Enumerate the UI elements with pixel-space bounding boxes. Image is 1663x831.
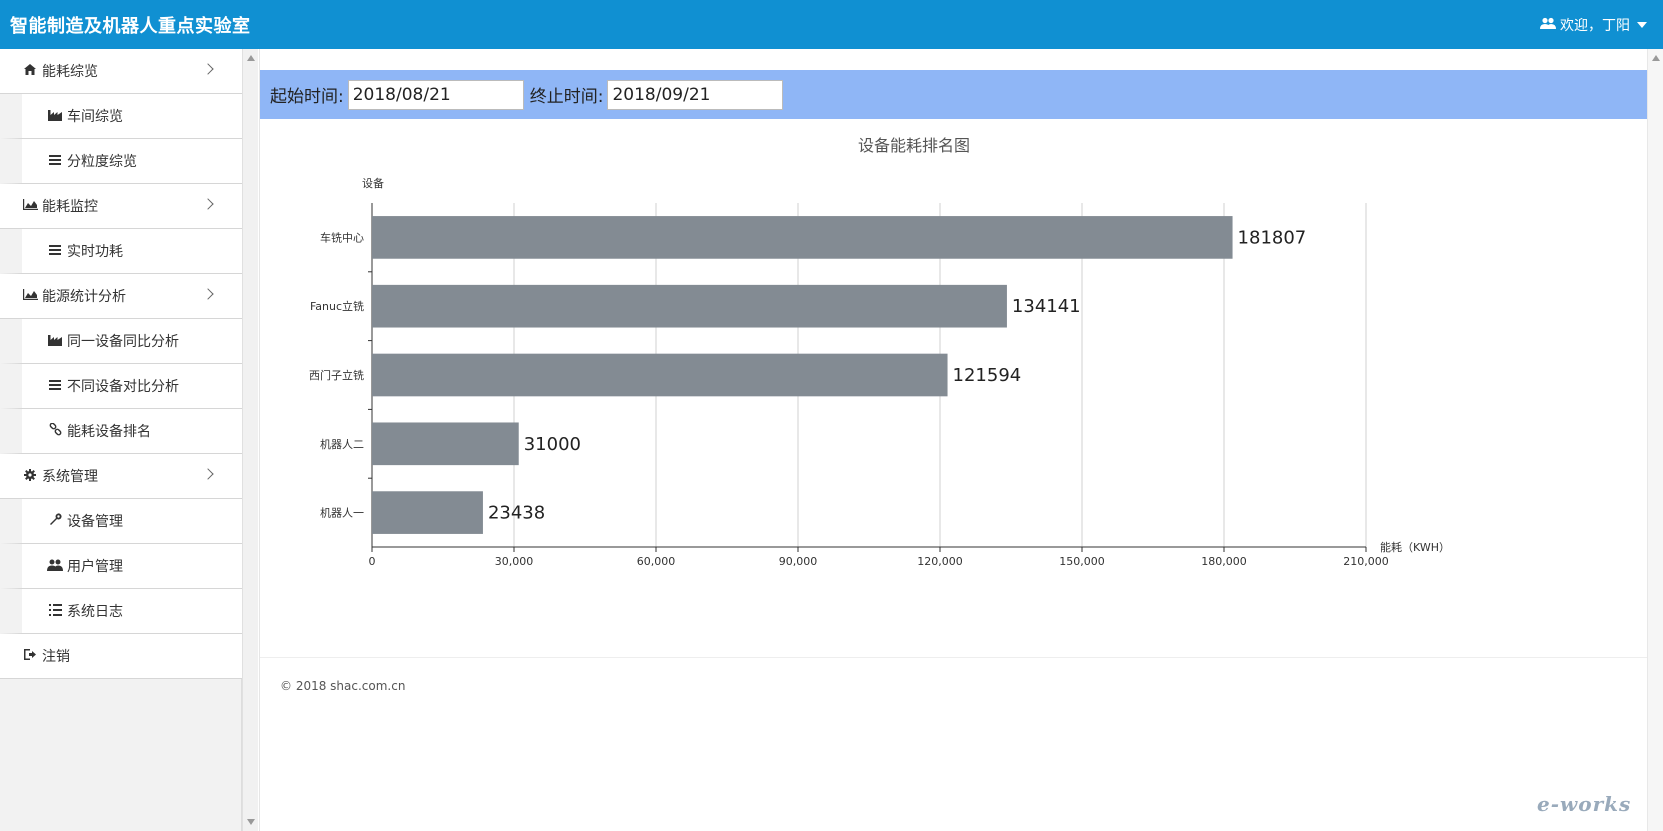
bar (372, 353, 948, 397)
bar-value-label: 121594 (953, 365, 1022, 386)
sidebar-item[interactable]: 能耗综览 (0, 49, 242, 94)
factory-icon (47, 109, 63, 124)
sidebar-item-label: 不同设备对比分析 (67, 379, 179, 395)
user-menu[interactable]: 欢迎，丁阳 (1540, 15, 1647, 35)
users-icon (47, 559, 63, 574)
sidebar-item-label: 用户管理 (67, 559, 123, 575)
sidebar-item-label: 同一设备同比分析 (67, 334, 179, 350)
sidebar-item[interactable]: 注销 (0, 634, 242, 679)
end-date-input[interactable] (607, 79, 784, 110)
sidebar-scrollbar[interactable] (242, 49, 258, 831)
sidebar-item[interactable]: 分粒度综览 (0, 139, 242, 184)
sidebar-item[interactable]: 不同设备对比分析 (0, 364, 242, 409)
sidebar-item-label: 设备管理 (67, 514, 123, 530)
y-category-label: 机器人一 (320, 506, 364, 520)
scroll-up-arrow-icon[interactable] (247, 55, 255, 61)
sidebar-item[interactable]: 车间综览 (0, 94, 242, 139)
bar (372, 422, 519, 466)
x-tick-label: 90,000 (779, 555, 818, 568)
chevron-right-icon (202, 63, 214, 75)
end-time-label: 终止时间: (529, 87, 604, 107)
sidebar-item[interactable]: 能源统计分析 (0, 274, 242, 319)
sidebar-item[interactable]: 实时功耗 (0, 229, 242, 274)
x-tick-label: 120,000 (917, 555, 963, 568)
sidebar-item-label: 能源统计分析 (42, 289, 126, 305)
sidebar-item[interactable]: 系统日志 (0, 589, 242, 634)
y-category-label: 西门子立铣 (309, 368, 364, 382)
x-tick-label: 180,000 (1201, 555, 1247, 568)
sidebar-item[interactable]: 设备管理 (0, 499, 242, 544)
list-icon (47, 244, 63, 258)
sidebar-item-label: 车间综览 (67, 109, 123, 125)
chart-title: 设备能耗排名图 (858, 136, 970, 155)
top-navbar: 智能制造及机器人重点实验室 欢迎，丁阳 (0, 0, 1663, 49)
factory-icon (47, 334, 63, 349)
sidebar-item[interactable]: 系统管理 (0, 454, 242, 499)
bar (372, 284, 1007, 328)
start-time-label: 起始时间: (270, 87, 344, 107)
x-tick-label: 210,000 (1343, 555, 1389, 568)
watermark-logo: e-works (1537, 792, 1632, 816)
bar-value-label: 134141 (1012, 296, 1081, 317)
sidebar-item-label: 能耗监控 (42, 199, 98, 215)
sidebar-item[interactable]: 用户管理 (0, 544, 242, 589)
list-icon (47, 379, 63, 393)
sidebar-item[interactable]: 同一设备同比分析 (0, 319, 242, 364)
list-ol-icon (47, 603, 63, 619)
wrench-icon (47, 513, 63, 529)
y-category-label: 车铣中心 (320, 230, 364, 244)
y-category-label: Fanuc立铣 (310, 299, 364, 313)
user-welcome-text: 欢迎，丁阳 (1560, 18, 1630, 34)
date-filter-bar: 起始时间: 终止时间: (260, 70, 1648, 119)
bar-value-label: 31000 (524, 434, 581, 455)
x-tick-label: 30,000 (495, 555, 534, 568)
sign-out-icon (22, 649, 38, 663)
app-title: 智能制造及机器人重点实验室 (10, 16, 251, 37)
sidebar-item[interactable]: 能耗设备排名 (0, 409, 242, 454)
gear-icon (22, 468, 38, 484)
sidebar-item-label: 能耗设备排名 (67, 424, 151, 440)
home-icon (22, 64, 38, 78)
bar-value-label: 181807 (1238, 227, 1307, 248)
bar-chart-svg: 设备能耗排名图设备 0 30,000 60,000 90,000 120,000 150,0… (309, 136, 1450, 568)
y-category-label: 机器人二 (320, 437, 364, 451)
main-content: 起始时间: 终止时间: 设备能耗排名图设备 0 30,000 60,000 90,000… (259, 49, 1648, 831)
sidebar-item-label: 分粒度综览 (67, 154, 137, 170)
x-tick-label: 60,000 (637, 555, 676, 568)
x-axis-label: 能耗（KWH） (1380, 540, 1450, 554)
footer-divider (260, 657, 1648, 658)
sidebar-menu: 能耗综览车间综览分粒度综览能耗监控实时功耗能源统计分析同一设备同比分析 不同设备对… (0, 49, 242, 679)
users-icon (1540, 17, 1556, 34)
chevron-right-icon (202, 288, 214, 300)
bar-value-label: 23438 (488, 503, 545, 524)
y-axis-label: 设备 (362, 176, 384, 190)
sidebar-item-label: 系统管理 (42, 469, 98, 485)
bar (372, 491, 483, 534)
sidebar-item-label: 注销 (42, 649, 70, 665)
x-tick-label: 0 (369, 555, 376, 568)
list-icon (47, 154, 63, 168)
chevron-right-icon (202, 198, 214, 210)
caret-down-icon (1637, 22, 1647, 28)
page-scrollbar[interactable] (1647, 49, 1663, 831)
area-chart-icon (22, 289, 38, 303)
sidebar: 能耗综览车间综览分粒度综览能耗监控实时功耗能源统计分析同一设备同比分析 不同设备对… (0, 49, 242, 831)
sidebar-item-label: 系统日志 (67, 604, 123, 620)
link-icon (47, 422, 63, 439)
bar (372, 216, 1233, 259)
scroll-down-arrow-icon[interactable] (247, 819, 255, 825)
area-chart-icon (22, 199, 38, 213)
chevron-right-icon (202, 468, 214, 480)
energy-ranking-chart: 设备能耗排名图设备 0 30,000 60,000 90,000 120,000 150,0… (260, 119, 1648, 669)
x-tick-label: 150,000 (1059, 555, 1105, 568)
sidebar-item-label: 实时功耗 (67, 244, 123, 260)
sidebar-item-label: 能耗综览 (42, 64, 98, 80)
sidebar-item[interactable]: 能耗监控 (0, 184, 242, 229)
start-date-input[interactable] (347, 79, 524, 110)
copyright-text: © 2018 shac.com.cn (280, 679, 406, 693)
scroll-up-arrow-icon[interactable] (1652, 55, 1660, 61)
